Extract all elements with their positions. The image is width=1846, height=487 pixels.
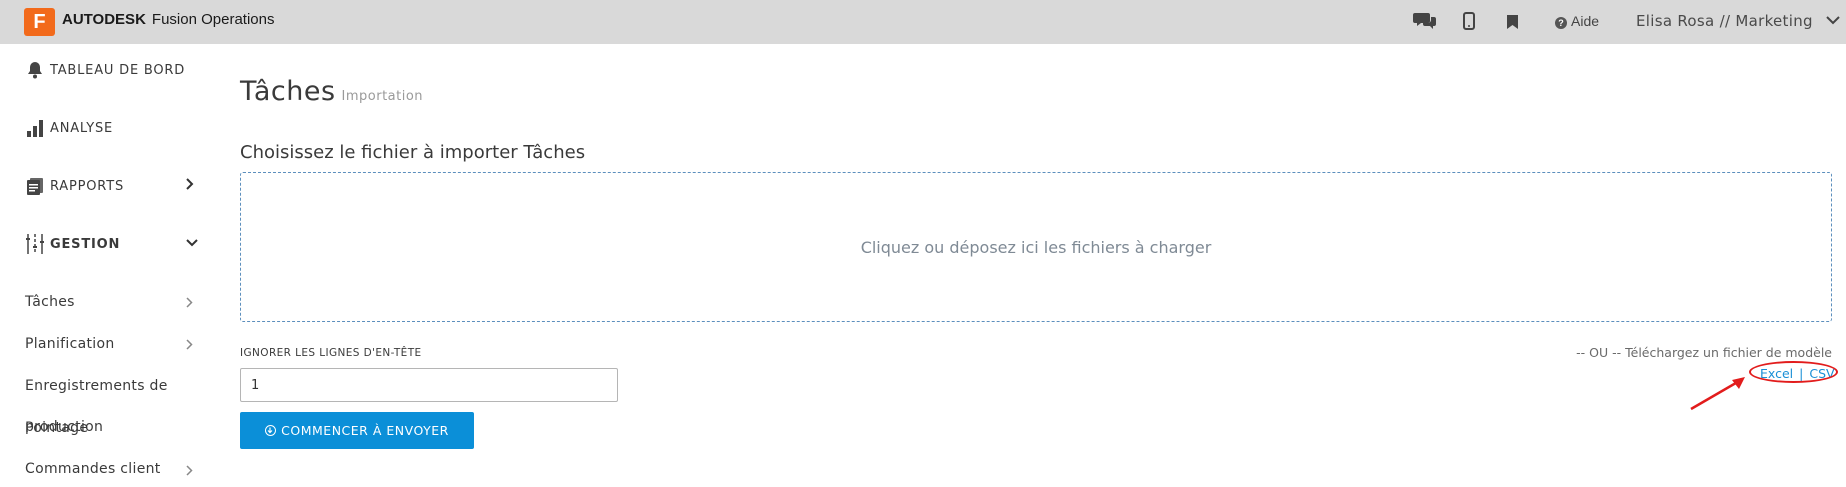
sidebar-subitem-planning[interactable]: Planification — [25, 336, 115, 352]
top-bar: F AUTODESK Fusion Operations ? Aide Elisa … — [0, 0, 1846, 44]
brand-product: Fusion Operations — [151, 11, 275, 28]
chevron-down-icon — [1826, 16, 1840, 25]
sidebar-subitem-timekeeping[interactable]: Pointage — [25, 420, 88, 436]
template-download-text: -- OU -- Téléchargez un fichier de modèl… — [1576, 345, 1832, 360]
sidebar: TABLEAU DE BORD ANALYSE RAPPORTS GESTION… — [0, 44, 205, 487]
fusion-logo[interactable]: F — [24, 8, 55, 36]
sidebar-subitem-tasks[interactable]: Tâches — [25, 294, 75, 310]
help-link[interactable]: ? Aide — [1555, 13, 1599, 29]
sidebar-item-label: TABLEAU DE BORD — [50, 62, 186, 78]
sidebar-subitem-customer-orders[interactable]: Commandes client — [25, 461, 161, 477]
mobile-icon[interactable] — [1463, 12, 1475, 34]
sidebar-item-analysis[interactable]: ANALYSE — [24, 117, 113, 139]
dropzone-text: Cliquez ou déposez ici les fichiers à ch… — [860, 237, 1212, 257]
chevron-down-icon[interactable] — [186, 236, 198, 251]
sliders-icon — [24, 234, 46, 254]
help-label: Aide — [1571, 13, 1600, 29]
page-title-text: Tâches — [240, 76, 336, 107]
annotation-oval — [1749, 361, 1838, 383]
sidebar-item-reports[interactable]: RAPPORTS — [24, 175, 124, 197]
file-dropzone[interactable]: Cliquez ou déposez ici les fichiers à ch… — [240, 172, 1832, 322]
header-lines-label: IGNORER LES LIGNES D'EN-TÊTE — [240, 347, 422, 359]
brand-name: AUTODESK Fusion Operations — [62, 11, 274, 28]
header-lines-input[interactable] — [240, 368, 618, 402]
start-upload-button[interactable]: COMMENCER À ENVOYER — [240, 412, 474, 449]
annotation-arrow — [1690, 377, 1745, 411]
chevron-right-icon[interactable] — [186, 178, 194, 194]
chat-icon[interactable] — [1413, 10, 1437, 34]
page-subtitle: Importation — [341, 89, 424, 104]
chevron-right-icon[interactable] — [186, 465, 193, 480]
bookmark-icon[interactable] — [1507, 14, 1518, 33]
sidebar-item-dashboard[interactable]: TABLEAU DE BORD — [24, 59, 185, 81]
sidebar-item-label: ANALYSE — [50, 120, 114, 136]
brand-bold: AUTODESK — [62, 11, 146, 28]
circle-arrow-icon — [265, 425, 277, 436]
sidebar-item-label: GESTION — [50, 236, 121, 252]
sidebar-item-management[interactable]: GESTION — [24, 233, 120, 255]
help-icon: ? — [1555, 17, 1567, 29]
chevron-right-icon[interactable] — [186, 297, 193, 312]
report-icon — [24, 176, 46, 196]
bell-icon — [24, 60, 46, 80]
section-title: Choisissez le fichier à importer Tâches — [240, 142, 586, 163]
sidebar-item-label: RAPPORTS — [50, 178, 124, 194]
bar-chart-icon — [24, 118, 46, 138]
user-menu[interactable]: Elisa Rosa // Marketing — [1636, 12, 1840, 30]
start-upload-label: COMMENCER À ENVOYER — [281, 423, 449, 438]
sidebar-subitem-production-records[interactable]: Enregistrements de — [25, 378, 168, 394]
user-label: Elisa Rosa // Marketing — [1636, 12, 1813, 30]
chevron-right-icon[interactable] — [186, 339, 193, 354]
page-title: Tâches Importation — [240, 76, 423, 107]
